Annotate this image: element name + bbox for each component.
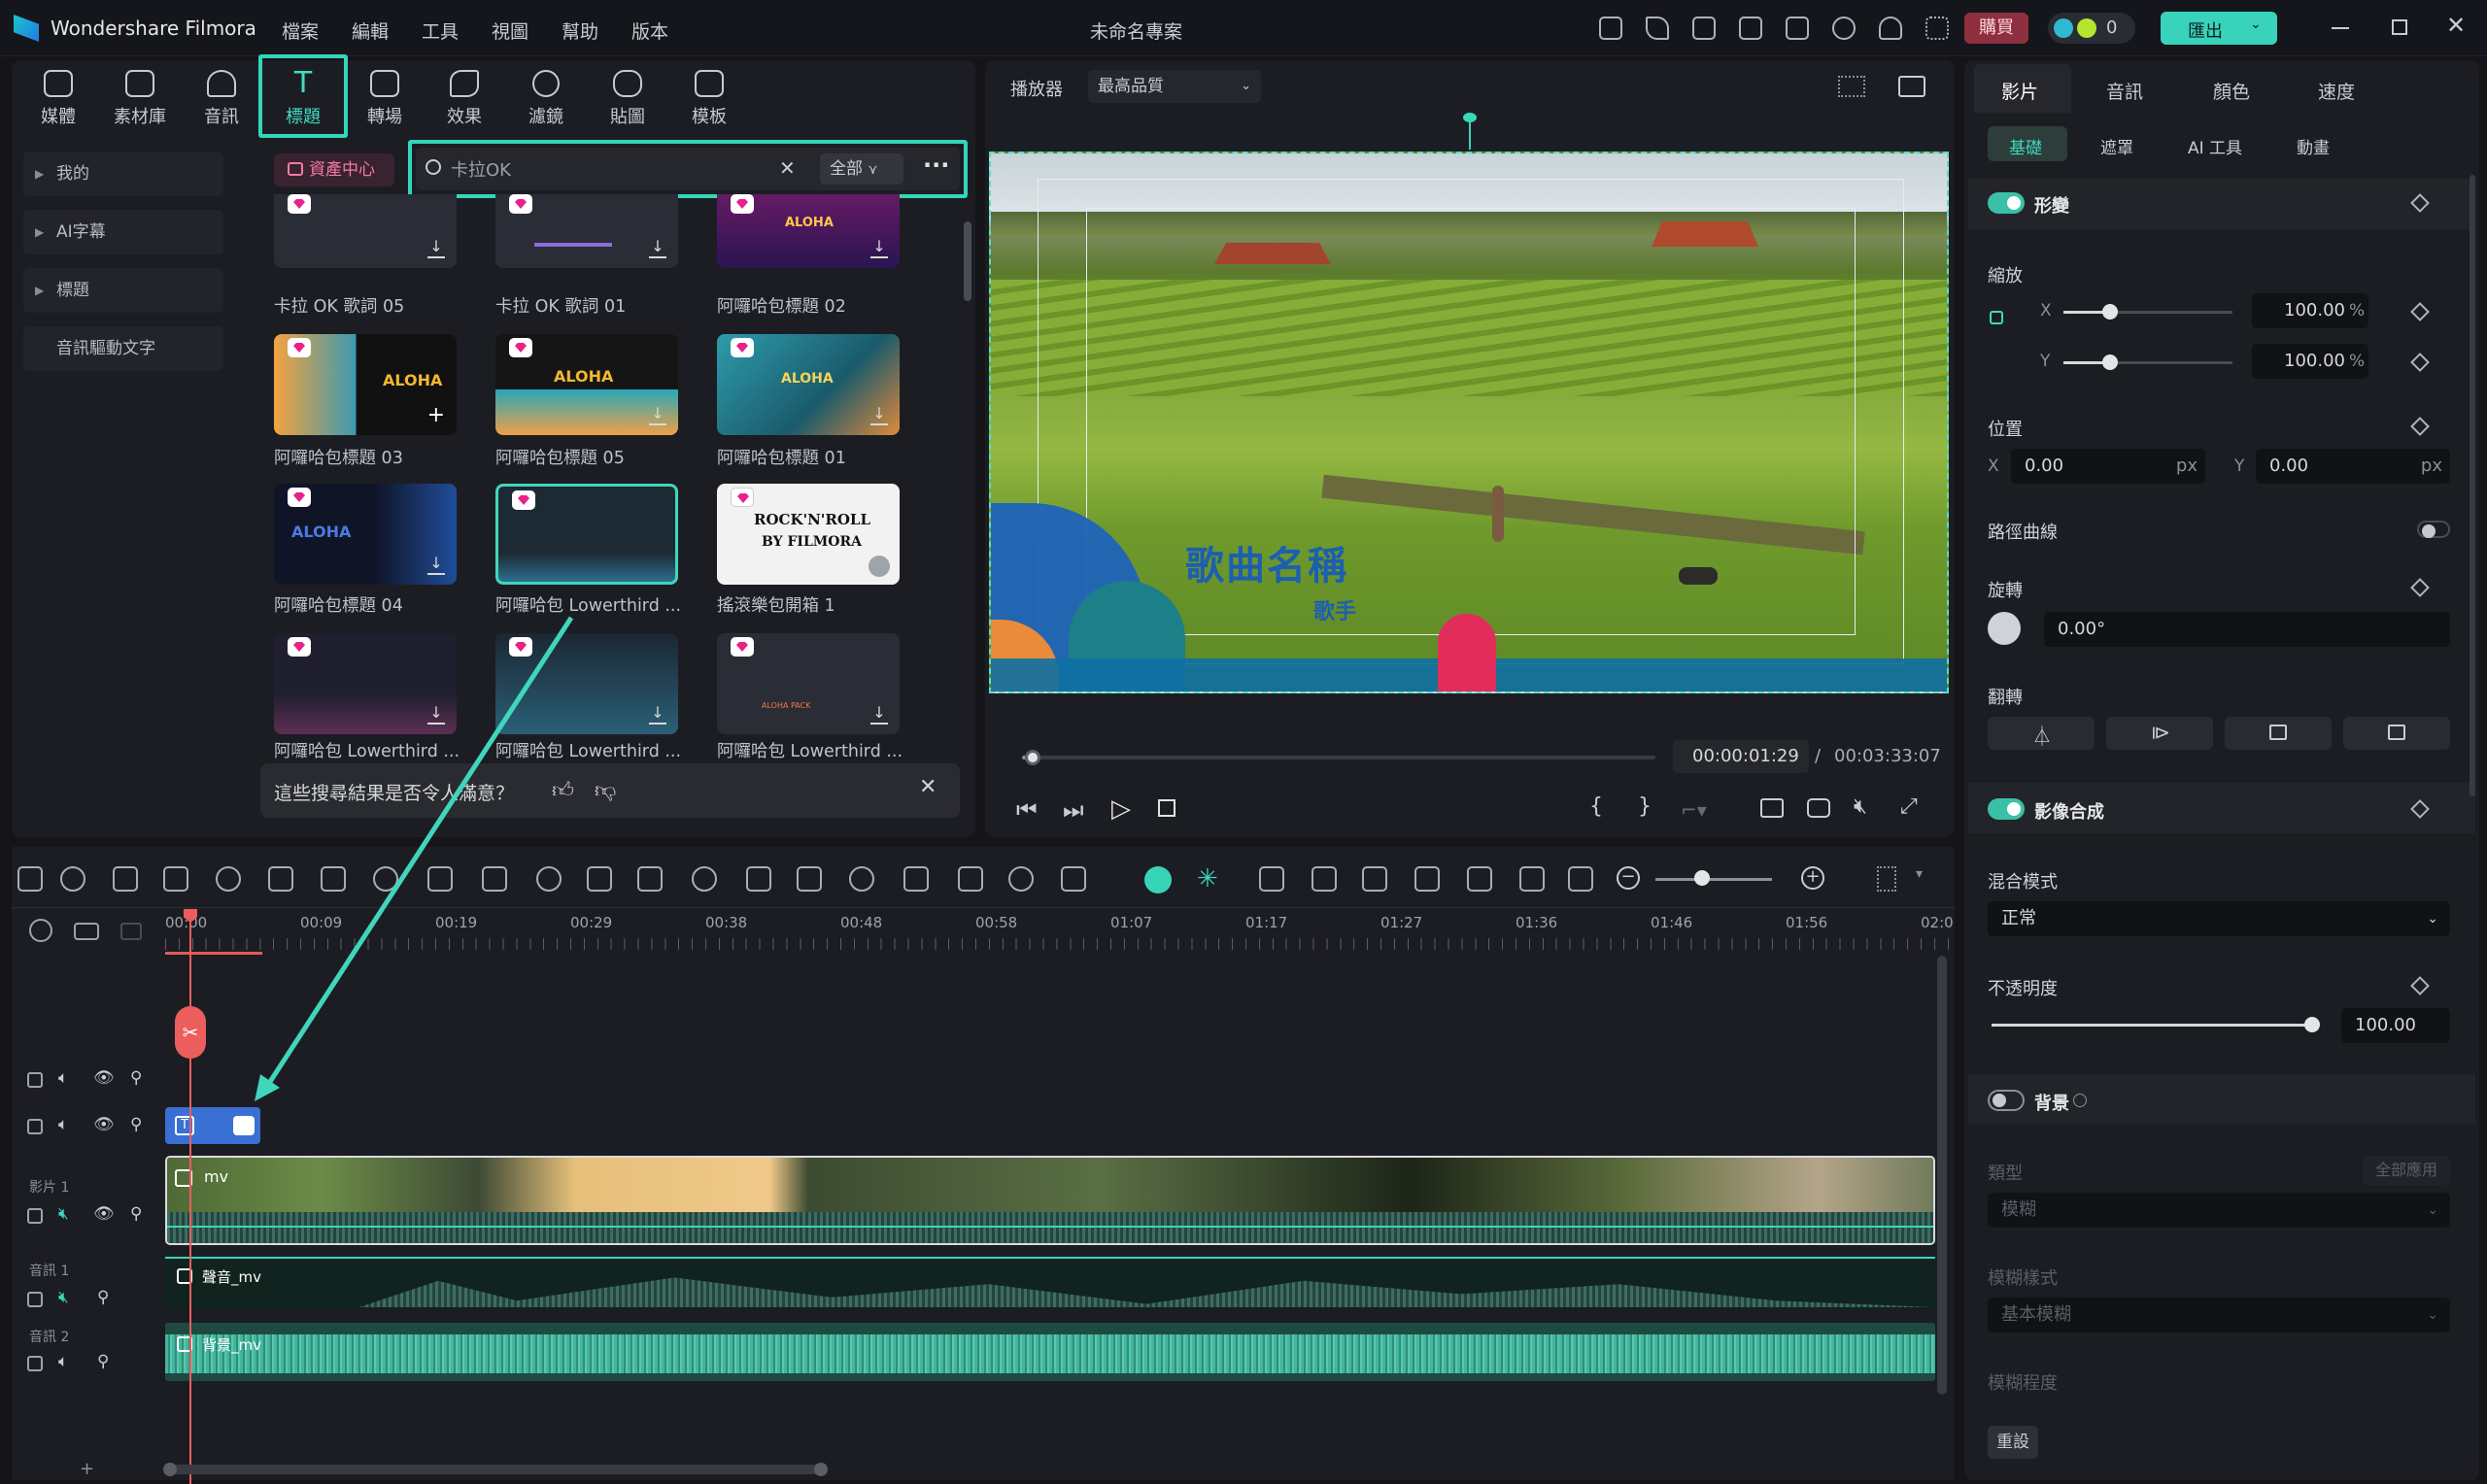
- blur-style-label: 模糊樣式: [1988, 1268, 2058, 1289]
- blur-style-dropdown: 基本模糊 ⌄: [1988, 1298, 2450, 1332]
- pos-x-value: 0.00: [2025, 455, 2064, 476]
- pos-y-unit: px: [2420, 455, 2442, 476]
- rotate-input[interactable]: 0.00°: [2044, 612, 2450, 647]
- apply-all-button: 全部應用: [2363, 1156, 2450, 1185]
- chevron-down-icon: ⌄: [2427, 911, 2438, 927]
- rotate-cw-icon: [2269, 725, 2287, 740]
- flip-vertical-icon: ⧐: [2151, 721, 2170, 744]
- scale-y-unit: %: [2349, 352, 2366, 371]
- transform-toggle[interactable]: [1988, 192, 2025, 214]
- bg-type-label: 類型: [1988, 1164, 2023, 1184]
- background-toggle[interactable]: [1988, 1090, 2025, 1111]
- reset-label: 重設: [1996, 1433, 2029, 1452]
- info-icon[interactable]: [2073, 1094, 2087, 1107]
- compositing-title: 影像合成: [2034, 802, 2104, 823]
- scale-link-icon[interactable]: [1990, 311, 2003, 324]
- chevron-down-icon: ⌄: [2427, 1307, 2438, 1323]
- chevron-down-icon: ⌄: [2427, 1202, 2438, 1218]
- scale-x-unit: %: [2349, 301, 2366, 320]
- reset-button[interactable]: 重設: [1988, 1426, 2038, 1459]
- path-curve-label: 路徑曲線: [1988, 523, 2058, 543]
- pos-y-input[interactable]: 0.00 px: [2256, 449, 2450, 484]
- rotate-dial[interactable]: [1988, 612, 2021, 645]
- compositing-toggle[interactable]: [1988, 798, 2025, 820]
- flip-horizontal-button[interactable]: ⏃: [1988, 717, 2095, 750]
- blur-style-value: 基本模糊: [2001, 1304, 2071, 1325]
- opacity-input[interactable]: 100.00: [2341, 1008, 2450, 1043]
- tab-color[interactable]: 顏色: [2213, 78, 2250, 104]
- scale-x-handle[interactable]: [2102, 304, 2118, 320]
- transform-title: 形變: [2034, 196, 2069, 217]
- scale-x-label: X: [2040, 301, 2052, 320]
- blend-mode-label: 混合模式: [1988, 872, 2058, 893]
- opacity-value: 100.00: [2355, 1015, 2416, 1035]
- rotate-cw-button[interactable]: [2225, 717, 2332, 750]
- path-curve-toggle[interactable]: [2417, 521, 2450, 538]
- opacity-slider[interactable]: [1992, 1024, 2312, 1027]
- blend-mode-dropdown[interactable]: 正常 ⌄: [1988, 901, 2450, 936]
- flip-vertical-button[interactable]: ⧐: [2106, 717, 2213, 750]
- tab-video[interactable]: 影片: [2001, 78, 2038, 104]
- timeline-scroll-track[interactable]: [165, 1465, 826, 1474]
- pos-x-label: X: [1988, 456, 1999, 476]
- subtab-basic[interactable]: 基礎: [2009, 134, 2042, 158]
- bg-type-dropdown: 模糊 ⌄: [1988, 1193, 2450, 1228]
- apply-all-label: 全部應用: [2374, 1161, 2437, 1179]
- opacity-handle[interactable]: [2304, 1017, 2320, 1032]
- pos-y-label: Y: [2234, 456, 2245, 476]
- scale-label: 縮放: [1988, 266, 2023, 287]
- subtab-mask[interactable]: 遮罩: [2100, 134, 2133, 158]
- pos-x-input[interactable]: 0.00 px: [2011, 449, 2205, 484]
- tab-audio[interactable]: 音訊: [2106, 78, 2143, 104]
- bg-type-value: 模糊: [2001, 1199, 2036, 1220]
- tab-speed[interactable]: 速度: [2318, 78, 2355, 104]
- timeline-scroll-handle-right[interactable]: [814, 1463, 828, 1476]
- background-title: 背景: [2034, 1094, 2069, 1114]
- timeline-vertical-scrollbar[interactable]: [1937, 956, 1947, 1395]
- flip-label: 翻轉: [1988, 688, 2023, 708]
- blur-level-label: 模糊程度: [1988, 1373, 2058, 1394]
- position-label: 位置: [1988, 420, 2023, 440]
- scale-x-value: 100.00: [2284, 300, 2345, 320]
- scale-y-label: Y: [2040, 352, 2051, 371]
- scale-y-value: 100.00: [2284, 351, 2345, 371]
- scale-y-handle[interactable]: [2102, 354, 2118, 370]
- rotate-ccw-button[interactable]: [2343, 717, 2450, 750]
- rotate-label: 旋轉: [1988, 581, 2023, 601]
- opacity-label: 不透明度: [1988, 979, 2058, 999]
- pos-y-value: 0.00: [2269, 455, 2309, 476]
- rotate-ccw-icon: [2388, 725, 2405, 740]
- subtab-ai-tools[interactable]: AI 工具: [2188, 134, 2242, 158]
- panel-footer: [1968, 1402, 2475, 1480]
- subtab-animation[interactable]: 動畫: [2297, 134, 2330, 158]
- timeline-scroll-handle-left[interactable]: [163, 1463, 177, 1476]
- flip-horizontal-icon: ⏃: [2032, 725, 2052, 748]
- rotate-value: 0.00°: [2058, 619, 2106, 639]
- blend-mode-value: 正常: [2001, 908, 2036, 928]
- add-track-icon[interactable]: +: [80, 1459, 94, 1479]
- pos-x-unit: px: [2175, 455, 2197, 476]
- properties-scrollbar[interactable]: [2470, 175, 2475, 796]
